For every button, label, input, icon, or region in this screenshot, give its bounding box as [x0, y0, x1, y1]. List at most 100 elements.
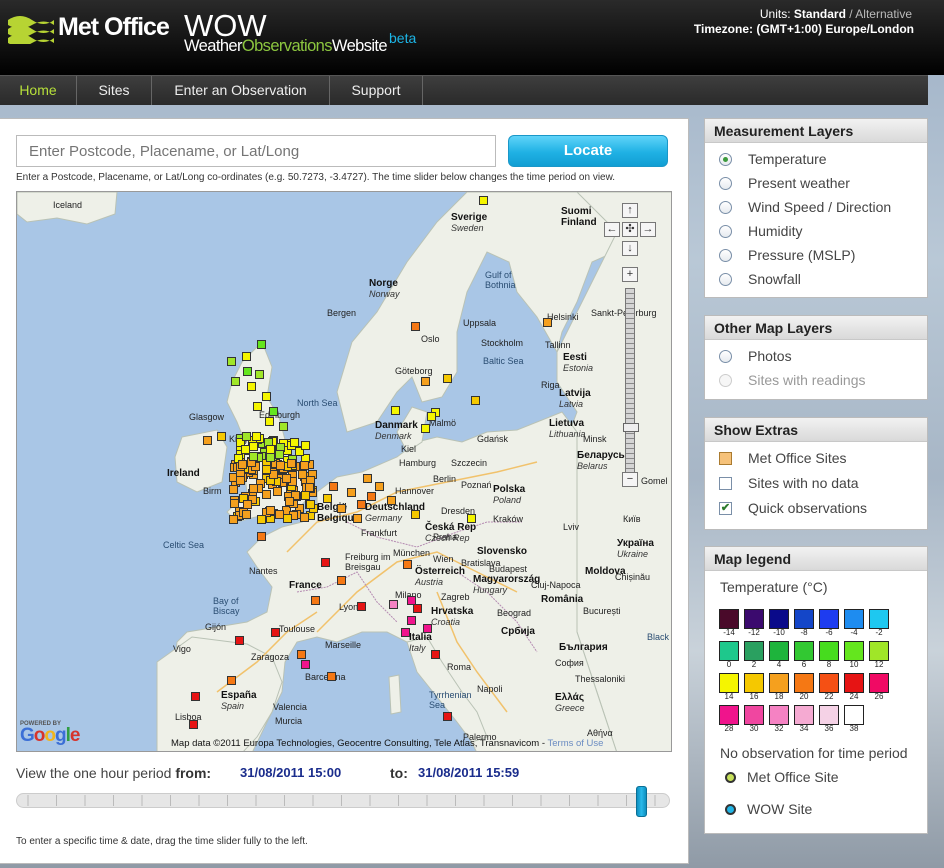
- observation-marker[interactable]: [266, 453, 275, 462]
- observation-marker[interactable]: [375, 482, 384, 491]
- observation-marker[interactable]: [321, 558, 330, 567]
- zoom-in-button[interactable]: +: [622, 267, 638, 282]
- radio-icon[interactable]: [719, 273, 732, 286]
- observation-marker[interactable]: [443, 374, 452, 383]
- nav-enter-observation[interactable]: Enter an Observation: [152, 76, 330, 105]
- observation-marker[interactable]: [311, 596, 320, 605]
- zoom-out-button[interactable]: −: [622, 472, 638, 487]
- observation-marker[interactable]: [231, 377, 240, 386]
- observation-marker[interactable]: [253, 402, 262, 411]
- pan-up-button[interactable]: ↑: [622, 203, 638, 218]
- observation-marker[interactable]: [262, 465, 271, 474]
- observation-marker[interactable]: [265, 417, 274, 426]
- units-alternative-option[interactable]: Alternative: [855, 7, 912, 21]
- observation-marker[interactable]: [227, 357, 236, 366]
- observation-marker[interactable]: [285, 497, 294, 506]
- observation-marker[interactable]: [287, 459, 296, 468]
- observation-marker[interactable]: [243, 500, 252, 509]
- observation-marker[interactable]: [242, 510, 251, 519]
- checkbox-icon[interactable]: [719, 452, 732, 465]
- nav-support[interactable]: Support: [330, 76, 423, 105]
- extra-quick-observations[interactable]: ✔ Quick observations: [705, 496, 927, 521]
- observation-marker[interactable]: [411, 510, 420, 519]
- layer-pressure[interactable]: Pressure (MSLP): [705, 243, 927, 267]
- google-logo[interactable]: POWERED BY Google: [20, 721, 80, 745]
- observation-marker[interactable]: [413, 604, 422, 613]
- observation-marker[interactable]: [387, 496, 396, 505]
- observation-marker[interactable]: [229, 515, 238, 524]
- observation-marker[interactable]: [327, 672, 336, 681]
- observation-marker[interactable]: [271, 628, 280, 637]
- pan-right-button[interactable]: →: [640, 222, 656, 237]
- pan-down-button[interactable]: ↓: [622, 241, 638, 256]
- observation-marker[interactable]: [262, 392, 271, 401]
- radio-icon[interactable]: [719, 201, 732, 214]
- observation-marker[interactable]: [269, 407, 278, 416]
- observation-marker[interactable]: [282, 474, 291, 483]
- observation-marker[interactable]: [467, 514, 476, 523]
- observation-marker[interactable]: [217, 432, 226, 441]
- terms-of-use-link[interactable]: Terms of Use: [548, 738, 604, 749]
- extra-sites-no-data[interactable]: Sites with no data: [705, 471, 927, 496]
- observation-marker[interactable]: [323, 494, 332, 503]
- observation-marker[interactable]: [471, 396, 480, 405]
- observation-marker[interactable]: [235, 636, 244, 645]
- layer-present-weather[interactable]: Present weather: [705, 171, 927, 195]
- pan-center-button[interactable]: ✣: [622, 222, 638, 237]
- observation-marker[interactable]: [443, 712, 452, 721]
- location-search-input[interactable]: [16, 135, 496, 167]
- layer-wind[interactable]: Wind Speed / Direction: [705, 195, 927, 219]
- observation-marker[interactable]: [421, 377, 430, 386]
- met-office-logo[interactable]: Met Office: [6, 12, 170, 46]
- observation-marker[interactable]: [301, 491, 310, 500]
- observation-marker[interactable]: [283, 514, 292, 523]
- observation-marker[interactable]: [353, 514, 362, 523]
- zoom-slider-handle[interactable]: [623, 423, 639, 432]
- observation-marker[interactable]: [300, 513, 309, 522]
- observation-marker[interactable]: [421, 424, 430, 433]
- observation-marker[interactable]: [301, 660, 310, 669]
- observation-marker[interactable]: [357, 500, 366, 509]
- nav-home[interactable]: Home: [0, 76, 77, 105]
- observation-marker[interactable]: [403, 560, 412, 569]
- observation-marker[interactable]: [275, 450, 284, 459]
- observation-marker[interactable]: [249, 442, 258, 451]
- observation-marker[interactable]: [427, 412, 436, 421]
- layer-photos[interactable]: Photos: [705, 344, 927, 368]
- pan-left-button[interactable]: ←: [604, 222, 620, 237]
- checkbox-icon[interactable]: [719, 477, 732, 490]
- observation-marker[interactable]: [257, 340, 266, 349]
- units-standard-option[interactable]: Standard: [794, 7, 846, 21]
- observation-marker[interactable]: [389, 600, 398, 609]
- observation-marker[interactable]: [273, 487, 282, 496]
- observation-marker[interactable]: [391, 406, 400, 415]
- radio-selected-icon[interactable]: [719, 153, 732, 166]
- observation-marker[interactable]: [249, 452, 258, 461]
- radio-icon[interactable]: [719, 177, 732, 190]
- layer-temperature[interactable]: Temperature: [705, 147, 927, 171]
- observation-marker[interactable]: [423, 624, 432, 633]
- observation-marker[interactable]: [275, 510, 284, 519]
- observation-marker[interactable]: [227, 676, 236, 685]
- observation-marker[interactable]: [243, 367, 252, 376]
- observation-marker[interactable]: [229, 485, 238, 494]
- observation-marker[interactable]: [337, 504, 346, 513]
- locate-button[interactable]: Locate: [508, 135, 668, 167]
- observation-marker[interactable]: [347, 488, 356, 497]
- observation-marker[interactable]: [401, 628, 410, 637]
- observation-marker[interactable]: [411, 322, 420, 331]
- observation-marker[interactable]: [306, 500, 315, 509]
- observation-marker[interactable]: [257, 532, 266, 541]
- observation-marker[interactable]: [255, 370, 264, 379]
- observation-marker[interactable]: [247, 382, 256, 391]
- observation-marker[interactable]: [230, 499, 239, 508]
- observation-marker[interactable]: [543, 318, 552, 327]
- observation-marker[interactable]: [236, 476, 245, 485]
- observation-marker[interactable]: [290, 438, 299, 447]
- checkbox-checked-icon[interactable]: ✔: [719, 502, 732, 515]
- layer-humidity[interactable]: Humidity: [705, 219, 927, 243]
- observation-marker[interactable]: [252, 432, 261, 441]
- observation-marker[interactable]: [262, 490, 271, 499]
- observation-marker[interactable]: [279, 422, 288, 431]
- observation-marker[interactable]: [301, 441, 310, 450]
